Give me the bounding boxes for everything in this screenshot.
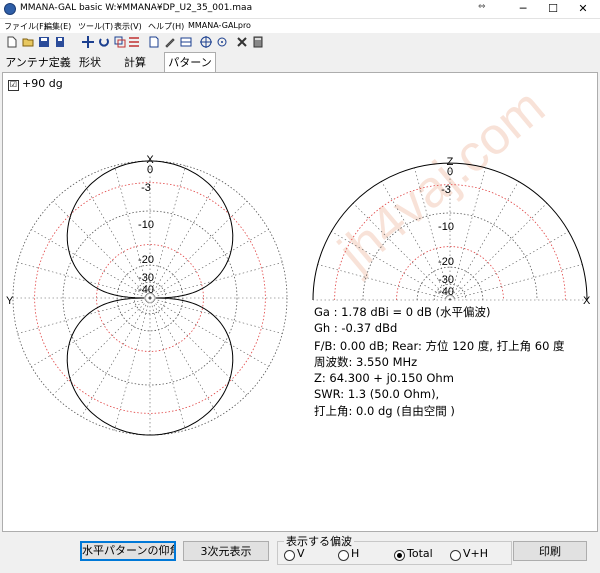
- grid-spoke: [149, 297, 186, 431]
- axis-label-x-top: X: [146, 154, 154, 166]
- grid-spoke: [449, 231, 569, 301]
- info-impedance: Z: 64.300 + j0.150 Ohm: [314, 371, 454, 385]
- horizontal-pattern-plot: 0-3-10-20-30-40XY: [6, 154, 288, 436]
- grid-spoke: [52, 200, 151, 299]
- pattern-plots: jh4vaj.com 0-3-10-20-30-40XY 0-3-10-20-3…: [6, 78, 591, 436]
- grid-spoke: [52, 297, 151, 396]
- grid-spoke: [149, 229, 269, 299]
- grid-spoke: [31, 229, 151, 299]
- radio-h-label: H: [351, 547, 360, 560]
- grid-spoke: [17, 262, 151, 299]
- grid-spoke: [149, 200, 248, 299]
- elevation-angle-button[interactable]: 水平パターンの仰角: [80, 541, 176, 561]
- ring-label: -30: [138, 272, 154, 284]
- grid-spoke: [17, 297, 151, 334]
- 3d-view-button[interactable]: 3次元表示: [183, 541, 269, 561]
- grid-spoke: [317, 264, 451, 301]
- ring-label: -40: [438, 286, 454, 298]
- ring-label: -30: [438, 274, 454, 286]
- info-elevation: 打上角: 0.0 dg (自由空間 ): [314, 404, 455, 418]
- info-gain-dbd: Gh : -0.37 dBd: [314, 321, 398, 335]
- axis-label-y-left: Y: [6, 295, 14, 307]
- watermark-text: jh4vaj.com: [327, 78, 556, 283]
- grid-spoke: [149, 297, 283, 334]
- ring-label: -10: [438, 221, 454, 233]
- info-frequency: 周波数: 3.550 MHz: [314, 355, 418, 369]
- grid-spoke: [149, 297, 248, 396]
- radio-total[interactable]: [394, 550, 405, 561]
- info-fb-ratio: F/B: 0.00 dB; Rear: 方位 120 度, 打上角 60 度: [314, 339, 565, 353]
- print-button[interactable]: 印刷: [513, 541, 587, 561]
- grid-spoke: [449, 202, 548, 301]
- ring-label: -3: [141, 182, 151, 194]
- radio-v-label: V: [297, 547, 305, 560]
- radio-total-label: Total: [407, 547, 433, 560]
- info-swr: SWR: 1.3 (50.0 Ohm),: [314, 387, 440, 401]
- axis-label-z-top: Z: [447, 156, 454, 168]
- grid-spoke: [149, 297, 269, 367]
- grid-spoke: [31, 297, 151, 367]
- ring-label: -20: [438, 256, 454, 268]
- grid-spoke: [81, 297, 151, 417]
- grid-spoke: [449, 264, 583, 301]
- ring-label: -10: [138, 219, 154, 231]
- grid-spoke: [149, 262, 283, 299]
- axis-label-x-right: X: [583, 295, 591, 307]
- ring-label: -3: [441, 184, 451, 196]
- grid-spoke: [149, 297, 219, 417]
- grid-spoke: [149, 179, 219, 299]
- grid-spoke: [149, 165, 186, 299]
- ring-label: -40: [138, 284, 154, 296]
- ring-label: -20: [138, 254, 154, 266]
- radio-h[interactable]: [338, 550, 349, 561]
- info-gain-dbi: Ga : 1.78 dBi = 0 dB (水平偏波): [314, 305, 491, 319]
- radio-v[interactable]: [284, 550, 295, 561]
- radio-vh-label: V+H: [463, 547, 489, 560]
- polarization-group-label: 表示する偏波: [284, 533, 354, 549]
- radio-vh[interactable]: [450, 550, 461, 561]
- grid-spoke: [114, 297, 151, 431]
